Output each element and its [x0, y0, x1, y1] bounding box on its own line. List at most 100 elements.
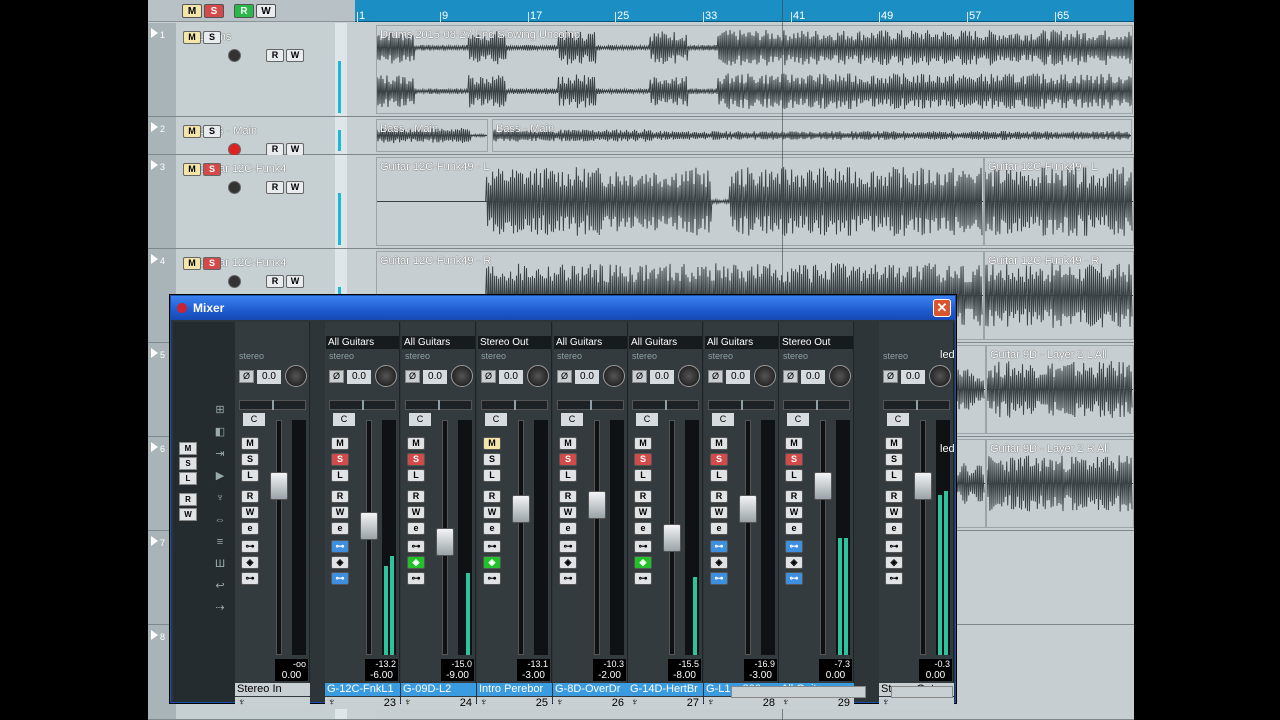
expand-arrow-icon[interactable] — [151, 442, 158, 452]
fader-track[interactable] — [920, 420, 926, 655]
eq-button[interactable]: ◈ — [407, 556, 425, 569]
fader-handle[interactable] — [270, 471, 288, 500]
listen-button[interactable]: L — [634, 469, 652, 482]
fader-value-readout[interactable]: -8.00 — [668, 670, 701, 681]
send-button[interactable]: ⊶ — [710, 572, 728, 585]
channel-name[interactable]: G-14D-HertBr — [628, 683, 703, 696]
channel-name[interactable]: Intro Perebor — [477, 683, 552, 696]
write-button[interactable]: W — [286, 49, 304, 62]
write-button[interactable]: W — [785, 506, 803, 519]
close-button[interactable]: ✕ — [933, 299, 951, 317]
panel-tool-icon[interactable]: Ш — [213, 558, 227, 570]
meter-peak-readout[interactable]: -oo — [275, 659, 308, 670]
input-gain-value[interactable]: 0.0 — [257, 370, 281, 384]
phase-button[interactable]: Ø — [329, 370, 344, 383]
edit-button[interactable]: e — [407, 522, 425, 535]
send-button[interactable]: ⊶ — [331, 572, 349, 585]
pan-slider[interactable] — [405, 400, 472, 410]
pan-slider[interactable] — [632, 400, 699, 410]
mute-button[interactable]: M — [183, 125, 201, 138]
panel-tool-icon[interactable]: ↩ — [213, 580, 227, 592]
audio-event[interactable]: Guitar 12C-Funk49 - L — [376, 157, 984, 246]
edit-button[interactable]: e — [241, 522, 259, 535]
pan-value[interactable]: C — [712, 413, 734, 426]
write-button[interactable]: W — [241, 506, 259, 519]
pan-value[interactable]: C — [636, 413, 658, 426]
pan-slider[interactable] — [329, 400, 396, 410]
read-button[interactable]: R — [710, 490, 728, 503]
event-lane[interactable]: Guitar 12C-Funk49 - L Guitar 12C-Funk49 -… — [376, 155, 1134, 248]
send-button[interactable]: ⊶ — [634, 572, 652, 585]
read-button[interactable]: R — [634, 490, 652, 503]
read-button[interactable]: R — [266, 275, 284, 288]
mute-button[interactable]: M — [785, 437, 803, 450]
global-w-button[interactable]: W — [179, 508, 197, 521]
mute-button[interactable]: M — [559, 437, 577, 450]
solo-button[interactable]: S — [885, 453, 903, 466]
pan-value[interactable]: C — [243, 413, 265, 426]
input-gain-value[interactable]: 0.0 — [347, 370, 371, 384]
input-gain-knob[interactable] — [754, 365, 776, 387]
input-gain-value[interactable]: 0.0 — [499, 370, 523, 384]
audio-event[interactable]: Guitar 12C-Funk49 - R — [984, 251, 1134, 340]
write-button[interactable]: W — [331, 506, 349, 519]
fader-value-readout[interactable]: -6.00 — [365, 670, 398, 681]
event-lane[interactable]: Bass - Main Bass - Main — [376, 117, 1134, 154]
record-enable-icon[interactable] — [228, 181, 241, 194]
pan-slider[interactable] — [557, 400, 624, 410]
global-l-button[interactable]: L — [179, 472, 197, 485]
mute-button[interactable]: M — [710, 437, 728, 450]
mute-button[interactable]: M — [183, 257, 201, 270]
eq-button[interactable]: ◈ — [634, 556, 652, 569]
insert-button[interactable]: ⊶ — [559, 540, 577, 553]
fader-handle[interactable] — [360, 511, 378, 540]
audio-event[interactable]: Guitar 12C-Funk49 - L — [984, 157, 1134, 246]
phase-button[interactable]: Ø — [557, 370, 572, 383]
fader-handle[interactable] — [512, 495, 530, 524]
panel-tool-icon[interactable]: ◧ — [213, 426, 227, 438]
listen-button[interactable]: L — [483, 469, 501, 482]
solo-button[interactable]: S — [407, 453, 425, 466]
meter-peak-readout[interactable]: -13.2 — [365, 659, 398, 670]
phase-button[interactable]: Ø — [632, 370, 647, 383]
read-button[interactable]: R — [407, 490, 425, 503]
solo-button[interactable]: S — [785, 453, 803, 466]
insert-button[interactable]: ⊶ — [634, 540, 652, 553]
write-button[interactable]: W — [559, 506, 577, 519]
expand-arrow-icon[interactable] — [151, 630, 158, 640]
global-solo-button[interactable]: S — [204, 4, 224, 18]
panel-tool-icon[interactable]: ⇔ — [213, 514, 227, 526]
input-gain-value[interactable]: 0.0 — [423, 370, 447, 384]
panel-tool-icon[interactable]: ⇢ — [213, 602, 227, 614]
read-button[interactable]: R — [241, 490, 259, 503]
input-gain-knob[interactable] — [929, 365, 951, 387]
insert-button[interactable]: ⊶ — [241, 540, 259, 553]
phase-button[interactable]: Ø — [783, 370, 798, 383]
input-gain-value[interactable]: 0.0 — [726, 370, 750, 384]
solo-button[interactable]: S — [203, 125, 221, 138]
expand-arrow-icon[interactable] — [151, 122, 158, 132]
record-enable-icon[interactable] — [228, 275, 241, 288]
pan-value[interactable]: C — [485, 413, 507, 426]
audio-event[interactable]: Guitar 9D - Layer 2 R All — [986, 439, 1134, 528]
insert-button[interactable]: ⊶ — [407, 540, 425, 553]
panel-tool-icon[interactable]: ▶ — [213, 470, 227, 482]
expand-arrow-icon[interactable] — [151, 160, 158, 170]
edit-button[interactable]: e — [483, 522, 501, 535]
mute-button[interactable]: M — [183, 163, 201, 176]
input-gain-knob[interactable] — [829, 365, 851, 387]
input-gain-value[interactable]: 0.0 — [575, 370, 599, 384]
input-gain-knob[interactable] — [603, 365, 625, 387]
eq-button[interactable]: ◈ — [241, 556, 259, 569]
meter-peak-readout[interactable]: -10.3 — [593, 659, 626, 670]
listen-button[interactable]: L — [331, 469, 349, 482]
solo-button[interactable]: S — [203, 31, 221, 44]
send-button[interactable]: ⊶ — [559, 572, 577, 585]
fader-handle[interactable] — [588, 490, 606, 519]
edit-button[interactable]: e — [331, 522, 349, 535]
panel-tool-icon[interactable]: ⊞ — [213, 404, 227, 416]
insert-button[interactable]: ⊶ — [885, 540, 903, 553]
phase-button[interactable]: Ø — [883, 370, 898, 383]
write-button[interactable]: W — [634, 506, 652, 519]
global-m-button[interactable]: M — [179, 442, 197, 455]
